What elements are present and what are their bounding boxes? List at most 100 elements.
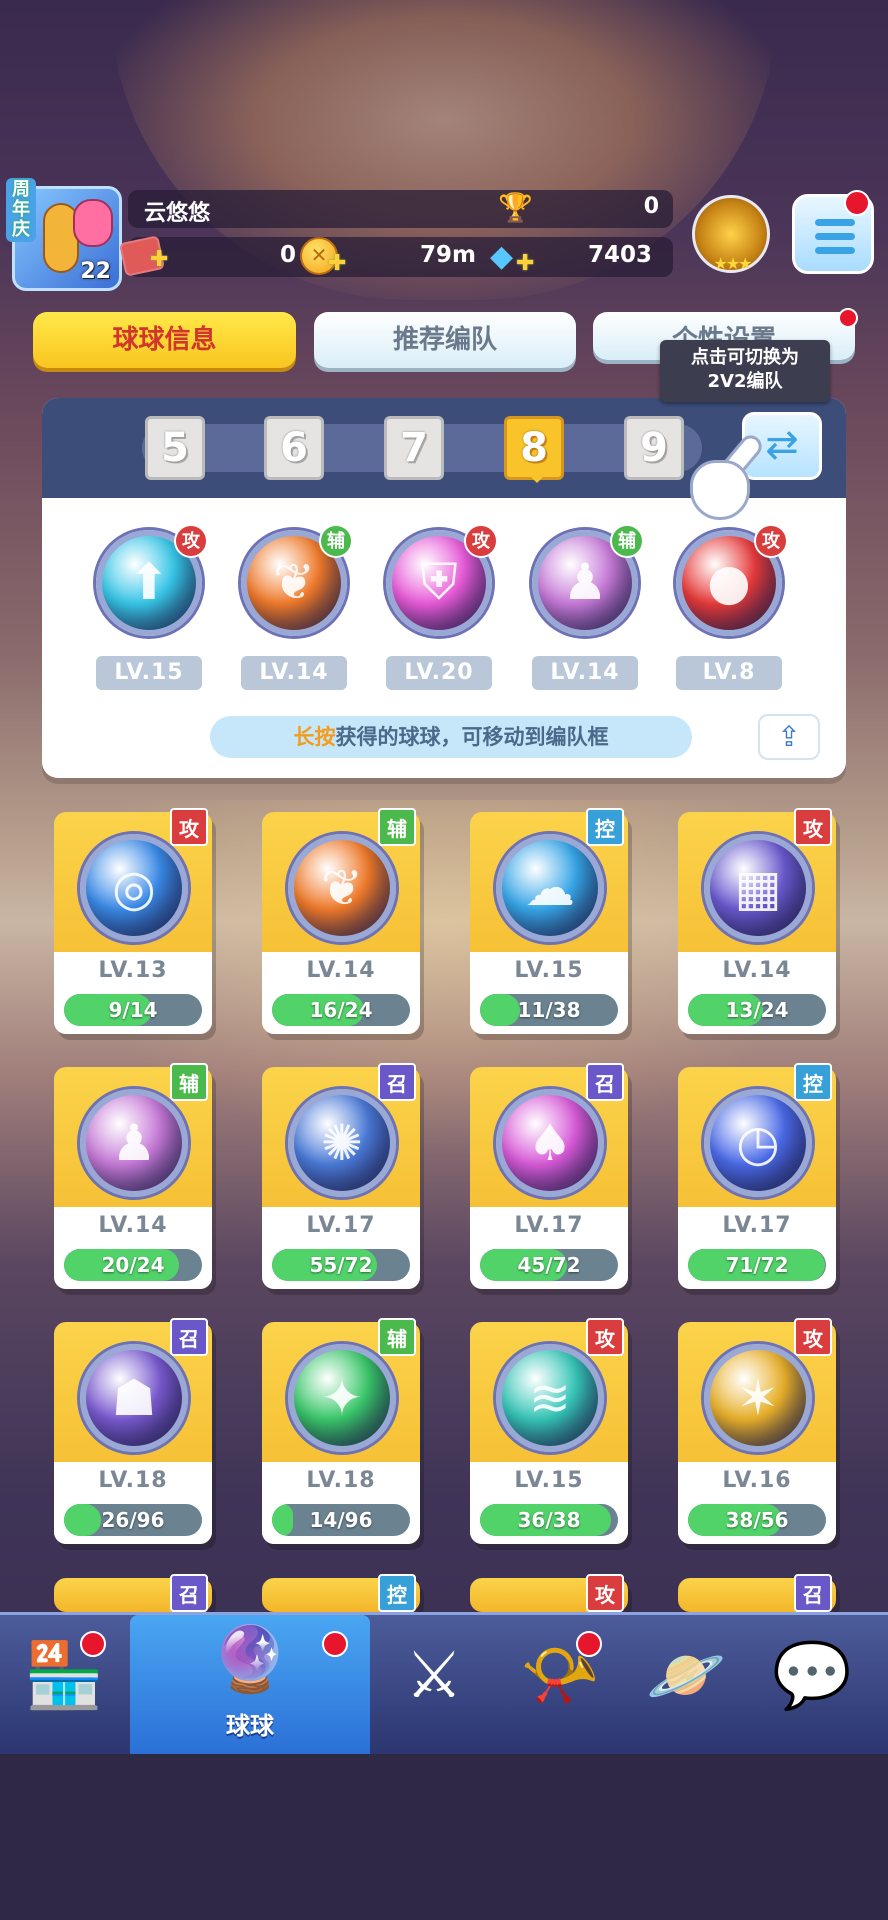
role-badge: 攻 bbox=[794, 808, 832, 846]
upgrade-progress-bar: 14/96 bbox=[272, 1504, 410, 1536]
role-badge: 辅 bbox=[319, 524, 353, 558]
progress-count: 26/96 bbox=[101, 1508, 165, 1532]
share-button[interactable]: ⇪ bbox=[758, 714, 820, 760]
team-slot-8[interactable]: 8 bbox=[504, 416, 564, 483]
role-badge: 攻 bbox=[586, 1318, 624, 1356]
tab-recommended-team[interactable]: 推荐编队 bbox=[314, 312, 576, 368]
team-ball-level: LV.15 bbox=[96, 656, 202, 690]
ball-card[interactable]: ✦ 辅 LV.18 14/96 bbox=[262, 1318, 420, 1544]
ball-card[interactable]: ✺ 召 LV.17 55/72 bbox=[262, 1063, 420, 1289]
team-ball-level: LV.20 bbox=[386, 656, 492, 690]
ball-card-partial[interactable]: 召 bbox=[54, 1574, 212, 1612]
ball-level: LV.17 bbox=[722, 1213, 792, 1238]
add-coin-icon[interactable]: ✚ bbox=[328, 251, 346, 276]
player-name: 云悠悠 bbox=[144, 201, 211, 226]
progress-count: 13/24 bbox=[725, 998, 789, 1022]
anniversary-label[interactable]: 周年庆 bbox=[6, 178, 36, 242]
ball-level: LV.18 bbox=[306, 1468, 376, 1493]
add-diamond-icon[interactable]: ✚ bbox=[516, 251, 534, 276]
shadow-people-orb-icon: ♟ bbox=[80, 1089, 188, 1197]
ball-card-partial[interactable]: 控 bbox=[262, 1574, 420, 1612]
tooltip-line-2: 2V2编队 bbox=[707, 371, 783, 392]
role-badge: 召 bbox=[794, 1574, 832, 1612]
team-slot-5[interactable]: 5 bbox=[145, 416, 205, 480]
diamond-count: 7403 bbox=[588, 242, 653, 268]
menu-notification-dot bbox=[844, 190, 870, 216]
wings-orb-icon: ❦ bbox=[288, 834, 396, 942]
team-ball-3[interactable]: ⛨ 攻 bbox=[380, 524, 498, 642]
team-ball-5[interactable]: ● 攻 bbox=[670, 524, 788, 642]
progress-count: 55/72 bbox=[309, 1253, 373, 1277]
ball-card[interactable]: ≋ 攻 LV.15 36/38 bbox=[470, 1318, 628, 1544]
ghost-orb-icon: ☗ bbox=[80, 1344, 188, 1452]
ball-card[interactable]: ☁ 控 LV.15 11/38 bbox=[470, 808, 628, 1034]
team-ball-2[interactable]: ❦ 辅 bbox=[235, 524, 353, 642]
ball-level: LV.14 bbox=[306, 958, 376, 983]
star-arrow-orb-icon: ✦ bbox=[288, 1344, 396, 1452]
team-ball-level: LV.8 bbox=[676, 656, 782, 690]
ball-card[interactable]: ◎ 攻 LV.13 9/14 bbox=[54, 808, 212, 1034]
pointing-hand-icon bbox=[690, 430, 770, 530]
upgrade-progress-bar: 9/14 bbox=[64, 994, 202, 1026]
progress-count: 45/72 bbox=[517, 1253, 581, 1277]
nav-whistle[interactable]: 📯 bbox=[496, 1615, 624, 1757]
role-badge: 辅 bbox=[378, 1318, 416, 1356]
swirl-orb-icon: ◎ bbox=[80, 834, 188, 942]
progress-count: 71/72 bbox=[725, 1253, 789, 1277]
ball-card-partial[interactable]: 召 bbox=[678, 1574, 836, 1612]
nav-notification-dot bbox=[576, 1631, 602, 1657]
ball-card[interactable]: ❦ 辅 LV.14 16/24 bbox=[262, 808, 420, 1034]
crossed-swords-icon: ⚔ bbox=[405, 1639, 463, 1713]
nav-social[interactable]: 💬 bbox=[748, 1615, 876, 1757]
diamond-icon[interactable]: ◆ bbox=[490, 239, 513, 274]
upgrade-progress-bar: 13/24 bbox=[688, 994, 826, 1026]
nav-notification-dot bbox=[322, 1631, 348, 1657]
progress-count: 11/38 bbox=[517, 998, 581, 1022]
ball-level: LV.14 bbox=[98, 1213, 168, 1238]
ball-card-partial[interactable]: 攻 bbox=[470, 1574, 628, 1612]
settings-notification-dot bbox=[838, 308, 858, 328]
team-slot-9[interactable]: 9 bbox=[624, 416, 684, 480]
ticket-count: 0 bbox=[280, 242, 297, 268]
progress-count: 38/56 bbox=[725, 1508, 789, 1532]
trophy-icon: 🏆 bbox=[498, 191, 533, 224]
team-ball-1[interactable]: ⬆ 攻 bbox=[90, 524, 208, 642]
upgrade-progress-bar: 71/72 bbox=[688, 1249, 826, 1281]
ball-level: LV.15 bbox=[514, 1468, 584, 1493]
ball-icon: 🔮 bbox=[210, 1623, 290, 1697]
nav-balls[interactable]: 🔮 球球 bbox=[130, 1615, 370, 1757]
team-ball-4[interactable]: ♟ 辅 bbox=[526, 524, 644, 642]
team-slot-7[interactable]: 7 bbox=[384, 416, 444, 480]
role-badge: 攻 bbox=[174, 524, 208, 558]
add-ticket-icon[interactable]: ✚ bbox=[150, 247, 168, 272]
ball-card[interactable]: ◷ 控 LV.17 71/72 bbox=[678, 1063, 836, 1289]
team-slot-6[interactable]: 6 bbox=[264, 416, 324, 480]
coin-count: 79m bbox=[420, 242, 476, 268]
upgrade-progress-bar: 26/96 bbox=[64, 1504, 202, 1536]
ball-card[interactable]: ✶ 攻 LV.16 38/56 bbox=[678, 1318, 836, 1544]
nav-battle[interactable]: ⚔ bbox=[370, 1615, 498, 1757]
ball-card[interactable]: ▦ 攻 LV.14 13/24 bbox=[678, 808, 836, 1034]
ball-level: LV.15 bbox=[514, 958, 584, 983]
role-badge: 攻 bbox=[794, 1318, 832, 1356]
ball-level: LV.13 bbox=[98, 958, 168, 983]
tornado-orb-icon: ≋ bbox=[496, 1344, 604, 1452]
ball-card[interactable]: ☗ 召 LV.18 26/96 bbox=[54, 1318, 212, 1544]
role-badge: 召 bbox=[170, 1318, 208, 1356]
player-name-bar: 云悠悠 🏆 0 bbox=[128, 190, 673, 228]
upgrade-progress-bar: 16/24 bbox=[272, 994, 410, 1026]
role-badge: 攻 bbox=[586, 1574, 624, 1612]
role-badge: 控 bbox=[586, 808, 624, 846]
ball-card[interactable]: ♠ 召 LV.17 45/72 bbox=[470, 1063, 628, 1289]
ball-card[interactable]: ♟ 辅 LV.14 20/24 bbox=[54, 1063, 212, 1289]
tab-ball-info[interactable]: 球球信息 bbox=[33, 312, 296, 368]
vortex-orb-icon: ✺ bbox=[288, 1089, 396, 1197]
ball-level: LV.14 bbox=[722, 958, 792, 983]
ball-level: LV.17 bbox=[514, 1213, 584, 1238]
nav-planet[interactable]: 🪐 bbox=[622, 1615, 750, 1757]
role-badge: 控 bbox=[794, 1063, 832, 1101]
upgrade-progress-bar: 45/72 bbox=[480, 1249, 618, 1281]
nav-shop[interactable]: 🏪 bbox=[0, 1615, 128, 1757]
shuriken-orb-icon: ✶ bbox=[704, 1344, 812, 1452]
switch-tooltip: 点击可切换为 2V2编队 bbox=[660, 340, 830, 402]
